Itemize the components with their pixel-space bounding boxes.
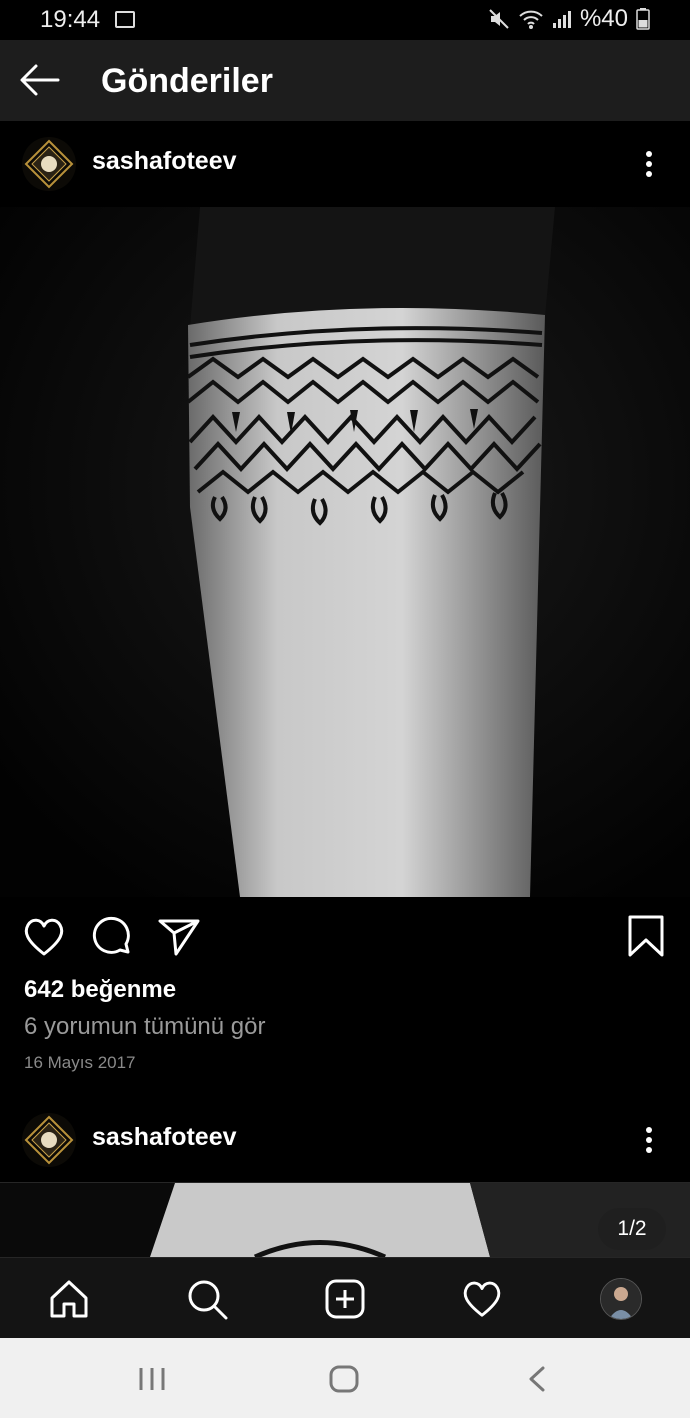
heart-icon[interactable] (22, 916, 66, 958)
home-circle-icon[interactable] (328, 1364, 360, 1394)
profile-avatar[interactable] (600, 1278, 642, 1320)
avatar[interactable] (22, 1113, 76, 1167)
battery-icon (636, 8, 650, 30)
carousel-page-indicator: 1/2 (598, 1208, 666, 1250)
avatar-image (24, 139, 74, 189)
mute-icon (489, 9, 509, 29)
page-title: Gönderiler (101, 62, 273, 100)
bookmark-icon[interactable] (626, 914, 666, 958)
post-image[interactable] (0, 1183, 690, 1257)
view-comments-link[interactable]: 6 yorumun tümünü gör (24, 1013, 265, 1041)
tattoo-photo (0, 207, 690, 897)
back-chevron-icon[interactable] (526, 1365, 548, 1393)
activity-heart-icon[interactable] (461, 1279, 503, 1319)
add-post-icon[interactable] (324, 1278, 366, 1320)
post-username[interactable]: sashafoteev (92, 147, 237, 176)
post-image[interactable] (0, 207, 690, 897)
more-vertical-icon[interactable] (638, 149, 660, 179)
like-count[interactable]: 642 beğenme (24, 976, 176, 1004)
arrow-left-icon[interactable] (18, 62, 62, 98)
tattoo-photo (0, 1183, 690, 1257)
wifi-icon (519, 10, 543, 29)
post-date: 16 Mayıs 2017 (24, 1053, 136, 1072)
battery-percent: %40 (579, 5, 628, 32)
post-header: sashafoteev (0, 1097, 690, 1183)
avatar-image (24, 1115, 74, 1165)
avatar[interactable] (22, 137, 76, 191)
comment-icon[interactable] (90, 916, 134, 958)
send-icon[interactable] (157, 916, 201, 958)
signal-icon (552, 11, 571, 28)
status-bar: 19:44 %40 (0, 0, 690, 40)
status-time: 19:44 (40, 6, 101, 33)
system-navigation-bar (0, 1338, 690, 1418)
home-icon[interactable] (48, 1278, 90, 1320)
post-username[interactable]: sashafoteev (92, 1123, 237, 1152)
post-header: sashafoteev (0, 121, 690, 207)
search-icon[interactable] (186, 1278, 228, 1320)
profile-photo (601, 1279, 641, 1319)
status-right-group: %40 (488, 5, 650, 33)
recents-icon[interactable] (136, 1366, 168, 1392)
image-notification-icon (115, 11, 135, 28)
bottom-navigation (0, 1257, 690, 1338)
app-header: Gönderiler (0, 40, 690, 121)
more-vertical-icon[interactable] (638, 1125, 660, 1155)
